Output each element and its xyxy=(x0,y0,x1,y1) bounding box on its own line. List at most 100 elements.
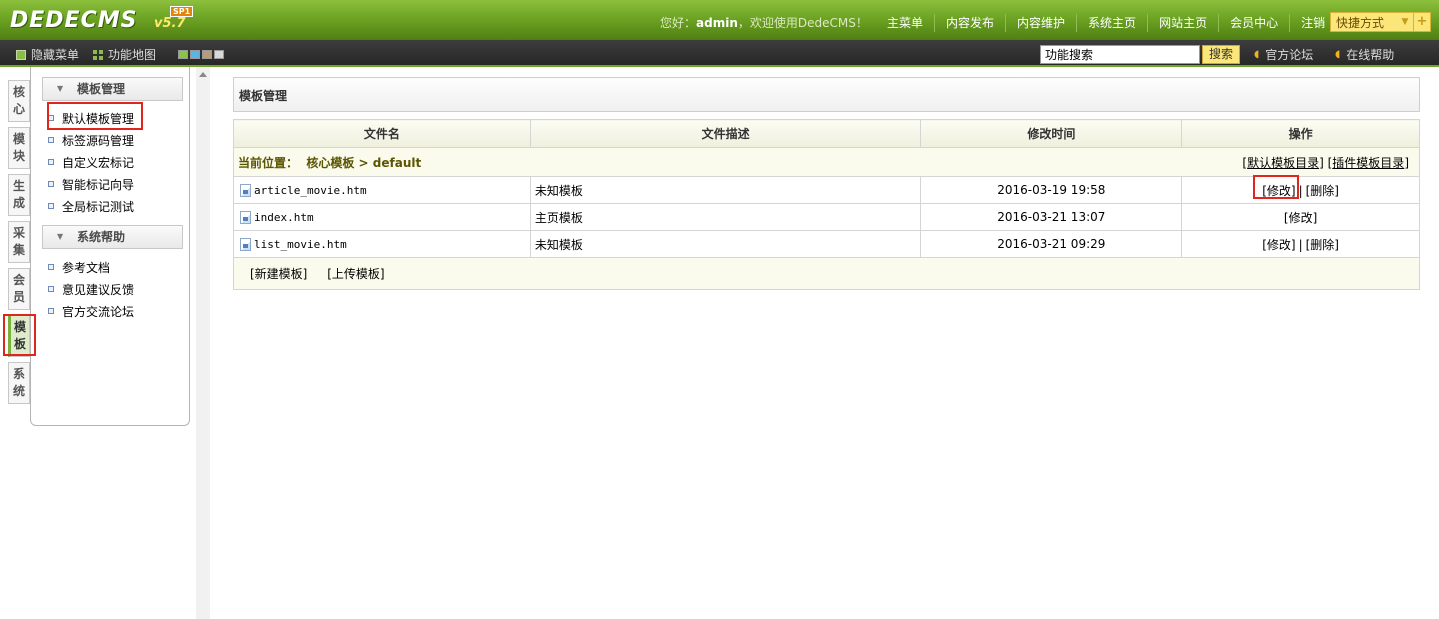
tab-core[interactable]: 核心 xyxy=(8,80,30,122)
search-button[interactable]: 搜索 xyxy=(1202,45,1240,64)
menu-item-label: 参考文档 xyxy=(62,260,111,275)
tab-modules[interactable]: 模块 xyxy=(8,127,30,169)
column-header: 操作 xyxy=(1181,119,1420,148)
nav-system-home[interactable]: 系统主页 xyxy=(1076,14,1147,32)
file-name-link[interactable]: article_movie.htm xyxy=(254,184,367,197)
table-footer: [新建模板] [上传模板] xyxy=(233,257,1420,290)
menu-item-custom-macro[interactable]: 自定义宏标记 xyxy=(48,151,134,173)
nav-site-home[interactable]: 网站主页 xyxy=(1147,14,1218,32)
tab-char: 心 xyxy=(12,102,25,116)
nav-content-maintain[interactable]: 内容维护 xyxy=(1005,14,1076,32)
hide-menu-button[interactable]: 隐藏菜单 xyxy=(16,46,79,63)
theme-swatches xyxy=(178,50,224,59)
add-icon[interactable]: + xyxy=(1413,13,1430,31)
file-icon xyxy=(240,183,251,197)
menu-item-tag-source[interactable]: 标签源码管理 xyxy=(48,129,134,151)
tab-char: 采 xyxy=(12,226,25,240)
sidebar-splitter[interactable] xyxy=(196,67,210,619)
bullet-icon xyxy=(48,137,54,143)
location-label: 当前位置： xyxy=(238,155,299,170)
file-name-cell: article_movie.htm xyxy=(233,176,531,204)
menu-item-forum[interactable]: 官方交流论坛 xyxy=(48,300,134,322)
default-dir-link[interactable]: 默认模板目录 xyxy=(1247,156,1319,170)
chevron-up-icon[interactable] xyxy=(199,72,207,77)
sidebar-toggle-icon xyxy=(16,49,26,60)
tab-char: 统 xyxy=(12,384,25,398)
delete-link[interactable]: [删除] xyxy=(1306,238,1339,252)
logo-text: DEDECMS xyxy=(10,8,138,33)
bullet-icon xyxy=(48,308,54,314)
theme-swatch-green[interactable] xyxy=(178,50,188,59)
menu-group-system-help[interactable]: ▼ 系统帮助 xyxy=(42,225,183,249)
quick-access-dropdown[interactable]: 快捷方式 ▼ + xyxy=(1330,12,1431,32)
column-header: 文件描述 xyxy=(529,119,922,148)
tab-collect[interactable]: 采集 xyxy=(8,221,30,263)
edit-link[interactable]: [修改] xyxy=(1262,238,1295,252)
location-cell: 当前位置： 核心模板 > default [默认模板目录] [插件模板目录] xyxy=(233,147,1420,177)
theme-swatch-gray[interactable] xyxy=(214,50,224,59)
menu-item-tag-wizard[interactable]: 智能标记向导 xyxy=(48,173,134,195)
bullet-icon xyxy=(48,115,54,121)
menu-item-feedback[interactable]: 意见建议反馈 xyxy=(48,278,134,300)
menu-item-label: 智能标记向导 xyxy=(62,177,135,192)
menu-list-help: 参考文档 意见建议反馈 官方交流论坛 xyxy=(48,256,134,322)
bullet-icon xyxy=(48,181,54,187)
site-map-label: 功能地图 xyxy=(108,48,157,62)
tab-system[interactable]: 系统 xyxy=(8,362,30,404)
toolbar: 隐藏菜单 功能地图 搜索 ◖ 官方论坛 ◖ 在线帮助 xyxy=(0,40,1439,67)
upload-template-button[interactable]: [上传模板] xyxy=(327,267,384,281)
file-actions: [修改] | [删除] xyxy=(1181,176,1420,204)
forum-link[interactable]: ◖ 官方论坛 xyxy=(1254,46,1313,63)
quick-access-label: 快捷方式 xyxy=(1336,15,1385,30)
bullet-icon xyxy=(48,159,54,165)
nav-content-publish[interactable]: 内容发布 xyxy=(934,14,1005,32)
menu-item-docs[interactable]: 参考文档 xyxy=(48,256,134,278)
vertical-tabs: 核心 模块 生成 采集 会员 模板 系统 xyxy=(8,80,32,409)
footer-cell: [新建模板] [上传模板] xyxy=(233,257,1420,290)
greeting-user: admin xyxy=(696,16,738,30)
site-map-button[interactable]: 功能地图 xyxy=(93,46,156,63)
tab-char: 集 xyxy=(12,243,25,257)
tab-char: 会 xyxy=(12,273,25,287)
rss-icon: ◖ xyxy=(1254,49,1260,60)
delete-link[interactable]: [删除] xyxy=(1306,184,1339,198)
greeting-prefix: 您好： xyxy=(660,16,697,30)
logo-version: v5.7 xyxy=(154,16,186,31)
file-desc: 未知模板 xyxy=(529,230,922,258)
file-icon xyxy=(240,237,251,251)
theme-swatch-blue[interactable] xyxy=(190,50,200,59)
new-template-button[interactable]: [新建模板] xyxy=(250,267,307,281)
page-title-bar: 模板管理 xyxy=(233,77,1420,112)
greeting-suffix: ，欢迎使用DedeCMS！ xyxy=(737,16,868,30)
menu-group-template-manage[interactable]: ▼ 模板管理 xyxy=(42,77,183,101)
bullet-icon xyxy=(48,203,54,209)
menu-list-template: 默认模板管理 标签源码管理 自定义宏标记 智能标记向导 全局标记测试 xyxy=(48,107,134,217)
file-actions: [修改] | [删除] xyxy=(1181,230,1420,258)
edit-link[interactable]: [修改] xyxy=(1284,211,1317,225)
menu-item-label: 标签源码管理 xyxy=(62,133,135,148)
tab-char: 模 xyxy=(12,132,25,146)
table-row: article_movie.htm 未知模板 2016-03-19 19:58 … xyxy=(233,176,1420,204)
dir-links: [默认模板目录] [插件模板目录] xyxy=(1242,155,1409,170)
file-actions: [修改] xyxy=(1181,203,1420,231)
tab-char: 板 xyxy=(13,337,26,351)
help-link[interactable]: ◖ 在线帮助 xyxy=(1335,46,1394,63)
nav-member-center[interactable]: 会员中心 xyxy=(1218,14,1289,32)
nav-main-menu[interactable]: 主菜单 xyxy=(876,14,934,32)
bullet-icon xyxy=(48,264,54,270)
file-mtime: 2016-03-19 19:58 xyxy=(920,176,1183,204)
tab-members[interactable]: 会员 xyxy=(8,268,30,310)
location-row: 当前位置： 核心模板 > default [默认模板目录] [插件模板目录] xyxy=(233,147,1420,177)
file-name-link[interactable]: index.htm xyxy=(254,211,314,224)
search-input[interactable] xyxy=(1040,45,1200,64)
theme-swatch-brown[interactable] xyxy=(202,50,212,59)
plugin-dir-link[interactable]: 插件模板目录 xyxy=(1332,156,1404,170)
edit-link[interactable]: [修改] xyxy=(1262,184,1295,198)
file-name-link[interactable]: list_movie.htm xyxy=(254,238,347,251)
tab-templates[interactable]: 模板 xyxy=(8,315,30,357)
menu-item-tag-test[interactable]: 全局标记测试 xyxy=(48,195,134,217)
tab-generate[interactable]: 生成 xyxy=(8,174,30,216)
menu-item-default-template[interactable]: 默认模板管理 xyxy=(48,107,134,129)
chevron-down-icon[interactable]: ▼ xyxy=(1397,17,1413,27)
file-desc: 主页模板 xyxy=(529,203,922,231)
